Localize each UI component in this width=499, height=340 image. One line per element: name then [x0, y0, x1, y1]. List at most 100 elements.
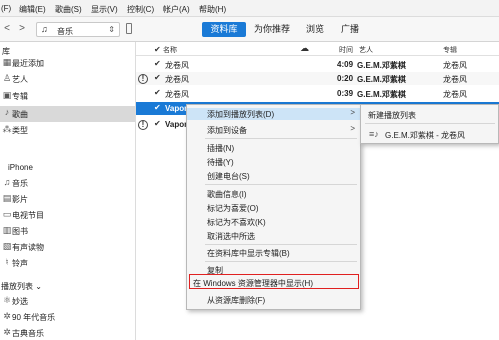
menu-item-play-next[interactable]: 插播(N) — [187, 142, 360, 153]
table-row[interactable]: ✔ 龙卷风 4:09 G.E.M.邓紫棋 龙卷风 — [136, 58, 499, 71]
cell-time: 0:20 — [337, 74, 354, 83]
menu-divider — [365, 123, 495, 124]
menu-item-delete-from-library[interactable]: 从资源库删除(F) — [187, 294, 360, 305]
menu-divider — [205, 184, 357, 185]
media-kind-select[interactable]: ♫ 音乐 ⇕ — [36, 22, 120, 37]
check-icon[interactable]: ✔ — [154, 120, 162, 128]
sidebar-item-label: 电视节目 — [12, 211, 44, 220]
menu-edit[interactable]: 编辑(E) — [19, 4, 46, 15]
cell-time: 0:39 — [337, 89, 354, 98]
table-row[interactable]: ! ✔ 龙卷风 0:20 G.E.M.邓紫棋 龙卷风 — [136, 72, 499, 85]
alert-icon[interactable]: ! — [138, 74, 148, 84]
col-time[interactable]: 时间 — [339, 45, 353, 55]
song-icon: ♪ — [4, 107, 10, 117]
menu-account[interactable]: 帐户(A) — [163, 4, 190, 15]
sidebar-item-albums[interactable]: ▣ 专辑 — [0, 89, 135, 103]
chevron-right-icon: > — [350, 124, 355, 133]
chevron-updown-icon: ⇕ — [108, 25, 115, 34]
recent-icon: ▦ — [2, 57, 12, 67]
cell-artist: G.E.M.邓紫棋 — [357, 61, 406, 70]
artist-icon: ♙ — [2, 73, 12, 83]
sidebar-item-artists[interactable]: ♙ 艺人 — [0, 72, 135, 86]
sidebar-item-device-audiobooks[interactable]: ▧ 有声读物 — [0, 240, 135, 254]
device-header[interactable]: iPhone — [8, 163, 33, 172]
sidebar-item-device-tv[interactable]: ▭ 电视节目 — [0, 208, 135, 222]
sidebar-item-genres[interactable]: ⁂ 类型 — [0, 123, 135, 137]
genius-icon: ⚛ — [2, 295, 12, 305]
check-icon[interactable]: ✔ — [154, 74, 162, 82]
sidebar-item-label: 妙选 — [12, 297, 28, 306]
menu-item-show-album[interactable]: 在资料库中显示专辑(B) — [187, 247, 360, 258]
book-icon: ▥ — [2, 225, 12, 235]
menubar: (F) 编辑(E) 歌曲(S) 显示(V) 控制(C) 帐户(A) 帮助(H) — [0, 0, 499, 17]
sidebar-item-songs[interactable]: ♪ 歌曲 — [0, 106, 135, 122]
audiobook-icon: ▧ — [2, 241, 12, 251]
context-menu: 添加到播放列表(D) > 添加到设备 > 插播(N) 待播(Y) 创建电台(S)… — [186, 104, 361, 310]
sidebar-item-device-tones[interactable]: ♮ 铃声 — [0, 256, 135, 270]
col-album[interactable]: 专辑 — [443, 45, 457, 55]
sidebar-item-label: 影片 — [12, 195, 28, 204]
tab-radio[interactable]: 广播 — [334, 22, 366, 37]
menu-item-love[interactable]: 标记为喜爱(O) — [187, 202, 360, 213]
highlight-outline — [189, 274, 359, 289]
menu-help[interactable]: 帮助(H) — [199, 4, 226, 15]
sidebar-item-label: 专辑 — [12, 92, 28, 101]
check-icon[interactable]: ✔ — [154, 104, 162, 112]
sidebar-item-label: 铃声 — [12, 259, 28, 268]
menu-song[interactable]: 歌曲(S) — [55, 4, 82, 15]
col-artist[interactable]: 艺人 — [359, 45, 373, 55]
back-button[interactable]: < — [1, 23, 13, 35]
menu-item-add-to-playlist[interactable]: 添加到播放列表(D) > — [187, 108, 360, 120]
cloud-icon[interactable]: ☁ — [300, 43, 309, 54]
sidebar-item-label: 音乐 — [12, 179, 28, 188]
menu-item-new-playlist[interactable]: 新建播放列表 — [361, 107, 498, 121]
tab-browse[interactable]: 浏览 — [299, 22, 331, 37]
cell-name: 龙卷风 — [165, 61, 189, 70]
chevron-right-icon: > — [350, 108, 355, 117]
menu-file[interactable]: (F) — [1, 4, 11, 13]
cell-artist: G.E.M.邓紫棋 — [357, 90, 406, 99]
tab-library[interactable]: 资料库 — [202, 22, 246, 37]
menu-divider — [205, 261, 357, 262]
iphone-icon[interactable] — [126, 23, 132, 34]
gear-icon: ✲ — [3, 311, 11, 321]
check-icon[interactable]: ✔ — [154, 60, 162, 68]
film-icon: ▤ — [2, 193, 12, 203]
forward-button[interactable]: > — [16, 23, 28, 35]
sort-check-icon[interactable]: ✔ — [154, 45, 161, 54]
menu-item-playlist[interactable]: ≡♪ G.E.M.邓紫棋 - 龙卷风 — [361, 127, 498, 141]
music-icon: ♫ — [3, 177, 11, 187]
gear-icon: ✲ — [3, 327, 11, 337]
menu-item-add-to-device[interactable]: 添加到设备 > — [187, 124, 360, 135]
toolbar: < > ♫ 音乐 ⇕ 资料库 为你推荐 浏览 广播 — [0, 17, 499, 42]
tab-for-you[interactable]: 为你推荐 — [248, 22, 296, 37]
menu-item-dislike[interactable]: 标记为不喜欢(K) — [187, 216, 360, 227]
column-header: ✔ 名称 ☁ 时间 艺人 专辑 — [136, 42, 499, 56]
menu-view[interactable]: 显示(V) — [91, 4, 118, 15]
playlist-icon: ≡♪ — [369, 129, 379, 139]
sidebar-item-label: 类型 — [12, 126, 28, 135]
menu-item-song-info[interactable]: 歌曲信息(I) — [187, 188, 360, 199]
table-row[interactable]: ✔ 龙卷风 0:39 G.E.M.邓紫棋 龙卷风 — [136, 87, 499, 100]
alert-icon[interactable]: ! — [138, 120, 148, 130]
menu-item-create-station[interactable]: 创建电台(S) — [187, 170, 360, 181]
menu-controls[interactable]: 控制(C) — [127, 4, 154, 15]
album-icon: ▣ — [2, 90, 12, 100]
sidebar-item-device-music[interactable]: ♫ 音乐 — [0, 176, 135, 190]
cell-name: 龙卷风 — [165, 75, 189, 84]
col-name[interactable]: 名称 — [163, 45, 177, 55]
sidebar-item-recent[interactable]: ▦ 最近添加 — [0, 56, 135, 70]
sidebar-item-label: 有声读物 — [12, 243, 44, 252]
cell-album: 龙卷风 — [443, 90, 467, 99]
sidebar-item-label: 古典音乐 — [12, 329, 44, 338]
playlist-header[interactable]: 播放列表 ⌄ — [1, 281, 42, 292]
check-icon[interactable]: ✔ — [154, 89, 162, 97]
sidebar-item-device-books[interactable]: ▥ 图书 — [0, 224, 135, 238]
menu-item-play-later[interactable]: 待播(Y) — [187, 156, 360, 167]
sidebar-item-label: 图书 — [12, 227, 28, 236]
sidebar-item-90s[interactable]: ✲ 90 年代音乐 — [0, 310, 135, 324]
sidebar-item-genius[interactable]: ⚛ 妙选 — [0, 294, 135, 308]
sidebar-item-device-films[interactable]: ▤ 影片 — [0, 192, 135, 206]
sidebar-item-classical[interactable]: ✲ 古典音乐 — [0, 326, 135, 340]
menu-item-uncheck-selection[interactable]: 取消选中所选 — [187, 230, 360, 241]
